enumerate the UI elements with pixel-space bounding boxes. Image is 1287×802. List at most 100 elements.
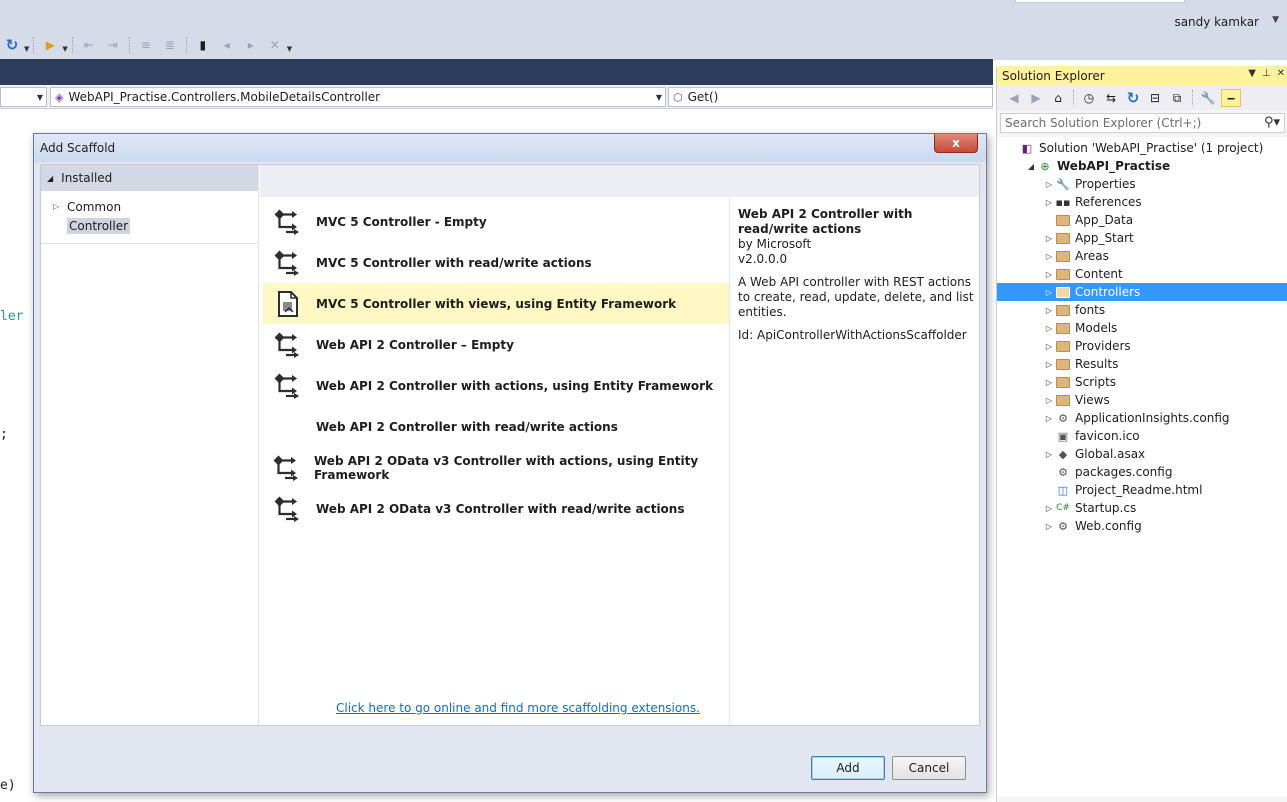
expand-toggle-icon[interactable]: ▷	[1043, 360, 1055, 369]
dialog-title-bar[interactable]: Add Scaffold x	[34, 134, 986, 162]
indent-icon[interactable]: ⇥	[104, 36, 122, 54]
tree-item[interactable]: ⚙ packages.config	[997, 463, 1287, 481]
tree-item[interactable]: ▷ ◆ Global.asax	[997, 445, 1287, 463]
tree-item-label: Web.config	[1075, 519, 1142, 533]
installed-header[interactable]: ◢ Installed	[41, 165, 258, 191]
chevron-down-icon[interactable]: ▼	[62, 45, 67, 53]
close-icon[interactable]: ✕	[1277, 68, 1285, 79]
forward-icon[interactable]: ▶	[1027, 89, 1045, 107]
category-item[interactable]: ▷ Common	[41, 197, 258, 216]
tree-item[interactable]: ▷ Content	[997, 265, 1287, 283]
home-icon[interactable]: ⌂	[1049, 89, 1067, 107]
pending-changes-icon[interactable]: ◷	[1080, 89, 1098, 107]
online-extensions-link[interactable]: Click here to go online and find more sc…	[336, 701, 700, 715]
tree-item[interactable]: ▷ App_Start	[997, 229, 1287, 247]
expand-toggle-icon[interactable]: ▷	[1043, 270, 1055, 279]
toolbar-separator	[33, 37, 35, 53]
scaffold-controller-icon	[273, 248, 303, 278]
tree-item[interactable]: ▷ C# Startup.cs	[997, 499, 1287, 517]
expand-toggle-icon[interactable]: ▷	[1043, 324, 1055, 333]
close-button[interactable]: x	[934, 134, 978, 153]
type-dropdown[interactable]: ◈ WebAPI_Practise.Controllers.MobileDeta…	[50, 87, 666, 107]
collapse-all-icon[interactable]: ⊟	[1146, 89, 1164, 107]
scaffold-template-item[interactable]: MVC 5 Controller - Empty	[263, 201, 729, 242]
expand-toggle-icon[interactable]: ▷	[53, 202, 67, 211]
expand-toggle-icon[interactable]: ▷	[1043, 378, 1055, 387]
scaffold-template-item[interactable]: Web API 2 OData v3 Controller with actio…	[263, 447, 729, 488]
tree-item[interactable]: ◫ Project_Readme.html	[997, 481, 1287, 499]
tree-item[interactable]: ▷ fonts	[997, 301, 1287, 319]
expand-toggle-icon[interactable]: ▷	[1043, 252, 1055, 261]
category-item[interactable]: Controller	[41, 216, 258, 235]
expand-toggle-icon[interactable]: ▷	[1043, 522, 1055, 531]
expand-toggle-icon[interactable]: ▷	[1043, 504, 1055, 513]
preview-selected-items-icon[interactable]: ‒	[1221, 89, 1241, 107]
tree-item[interactable]: ▷ Scripts	[997, 373, 1287, 391]
expand-toggle-icon[interactable]: ▷	[1043, 450, 1055, 459]
tree-item-label: Content	[1075, 267, 1123, 281]
chevron-down-icon[interactable]: ▼	[24, 45, 29, 53]
expand-toggle-icon[interactable]: ▷	[1043, 234, 1055, 243]
tree-item[interactable]: App_Data	[997, 211, 1287, 229]
tree-item[interactable]: ▷ Providers	[997, 337, 1287, 355]
back-icon[interactable]: ◀	[1005, 89, 1023, 107]
member-dropdown[interactable]: ⬡ Get()	[668, 87, 993, 107]
solution-explorer-search-input[interactable]: Search Solution Explorer (Ctrl+;) ⚲▾	[1000, 113, 1285, 133]
scaffold-template-item[interactable]: Web API 2 Controller with read/write act…	[263, 406, 729, 447]
tree-item[interactable]: ▷ ⚙ Web.config	[997, 517, 1287, 535]
expand-toggle-icon[interactable]: ▷	[1043, 306, 1055, 315]
tree-item[interactable]: ◧ Solution 'WebAPI_Practise' (1 project)	[997, 139, 1287, 157]
scaffold-template-item[interactable]: Web API 2 OData v3 Controller with read/…	[263, 488, 729, 529]
scaffold-template-label: Web API 2 OData v3 Controller with actio…	[314, 453, 699, 482]
show-all-files-icon[interactable]: ⧉	[1168, 89, 1186, 107]
search-icon[interactable]: ⚲▾	[1264, 115, 1280, 130]
chevron-down-icon[interactable]: ▼	[287, 45, 292, 53]
prev-bookmark-icon[interactable]: ◂	[218, 36, 236, 54]
tree-item[interactable]: ◢ ⊕ WebAPI_Practise	[997, 157, 1287, 175]
cancel-button[interactable]: Cancel	[892, 756, 966, 780]
expand-toggle-icon[interactable]: ▷	[1043, 396, 1055, 405]
project-dropdown[interactable]: ▼	[0, 87, 47, 107]
refresh-icon[interactable]: ↻	[1124, 89, 1142, 107]
scaffold-template-item[interactable]: MVC 5 Controller with read/write actions	[263, 242, 729, 283]
expand-toggle-icon[interactable]: ▷	[1043, 342, 1055, 351]
comment-icon[interactable]: ≡	[137, 36, 155, 54]
tree-item[interactable]: ▷ ▪▪ References	[997, 193, 1287, 211]
tree-item[interactable]: ▷ Results	[997, 355, 1287, 373]
collapse-triangle-icon[interactable]: ◢	[47, 174, 53, 183]
refresh-icon[interactable]: ↻	[3, 36, 21, 54]
tree-item-label: Areas	[1075, 249, 1109, 263]
expand-toggle-icon[interactable]: ▷	[1043, 288, 1055, 297]
tree-item[interactable]: ▷ 🔧 Properties	[997, 175, 1287, 193]
scaffold-template-item[interactable]: Web API 2 Controller – Empty	[263, 324, 729, 365]
clear-bookmarks-icon[interactable]: ✕	[266, 36, 284, 54]
expand-toggle-icon[interactable]: ▷	[1043, 414, 1055, 423]
expand-toggle-icon[interactable]: ▷	[1043, 198, 1055, 207]
uncomment-icon[interactable]: ≣	[161, 36, 179, 54]
properties-wrench-icon[interactable]: 🔧	[1199, 89, 1217, 107]
tree-item[interactable]: ▷ ⚙ ApplicationInsights.config	[997, 409, 1287, 427]
tree-item[interactable]: ▷ Views	[997, 391, 1287, 409]
user-dropdown-icon[interactable]: ▼	[1272, 15, 1279, 25]
tree-item[interactable]: ▣ favicon.ico	[997, 427, 1287, 445]
pin-icon[interactable]: ⊥	[1262, 68, 1271, 79]
outdent-icon[interactable]: ⇤	[80, 36, 98, 54]
add-button[interactable]: Add	[811, 756, 885, 780]
expand-toggle-icon[interactable]: ◢	[1025, 162, 1037, 171]
scaffold-template-item[interactable]: Web API 2 Controller with actions, using…	[263, 365, 729, 406]
tree-item[interactable]: ▷ Models	[997, 319, 1287, 337]
image-file-icon: ▣	[1057, 429, 1069, 443]
quick-launch-box[interactable]	[1015, 0, 1185, 3]
next-bookmark-icon[interactable]: ▸	[242, 36, 260, 54]
bookmark-icon[interactable]: ▮	[194, 36, 212, 54]
tree-item[interactable]: ▷ Controllers	[997, 283, 1287, 301]
window-position-icon[interactable]: ▼	[1248, 68, 1256, 79]
sync-icon[interactable]: ⇆	[1102, 89, 1120, 107]
folder-icon	[1055, 321, 1071, 335]
expand-toggle-icon[interactable]: ▷	[1043, 180, 1055, 189]
user-name[interactable]: sandy kamkar	[1174, 15, 1259, 29]
tree-item[interactable]: ▷ Areas	[997, 247, 1287, 265]
scaffold-template-item[interactable]: MVC 5 Controller with views, using Entit…	[263, 283, 729, 324]
installed-label: Installed	[61, 171, 113, 185]
browser-link-icon[interactable]: ▶	[41, 36, 59, 54]
